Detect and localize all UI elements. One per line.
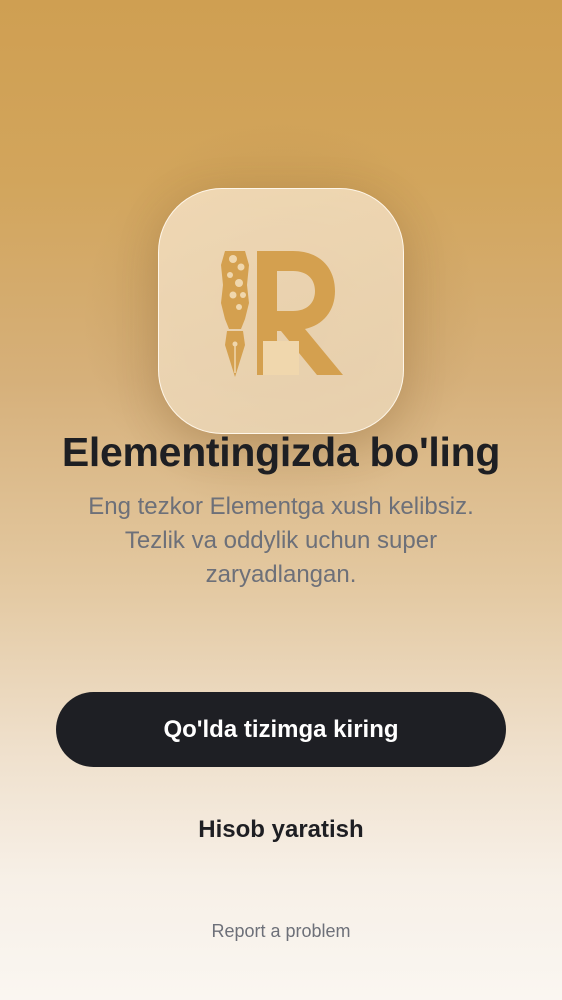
pen-r-logo-icon xyxy=(221,251,343,377)
create-account-button[interactable]: Hisob yaratish xyxy=(150,805,412,855)
welcome-subtitle: Eng tezkor Elementga xush kelibsiz. Tezl… xyxy=(88,493,474,588)
page-title: Elementingizda bo'ling xyxy=(61,429,501,475)
app-logo xyxy=(158,188,404,434)
report-problem-link[interactable]: Report a problem xyxy=(150,914,412,948)
manual-sign-in-button[interactable]: Qo'lda tizimga kiring xyxy=(56,692,506,767)
